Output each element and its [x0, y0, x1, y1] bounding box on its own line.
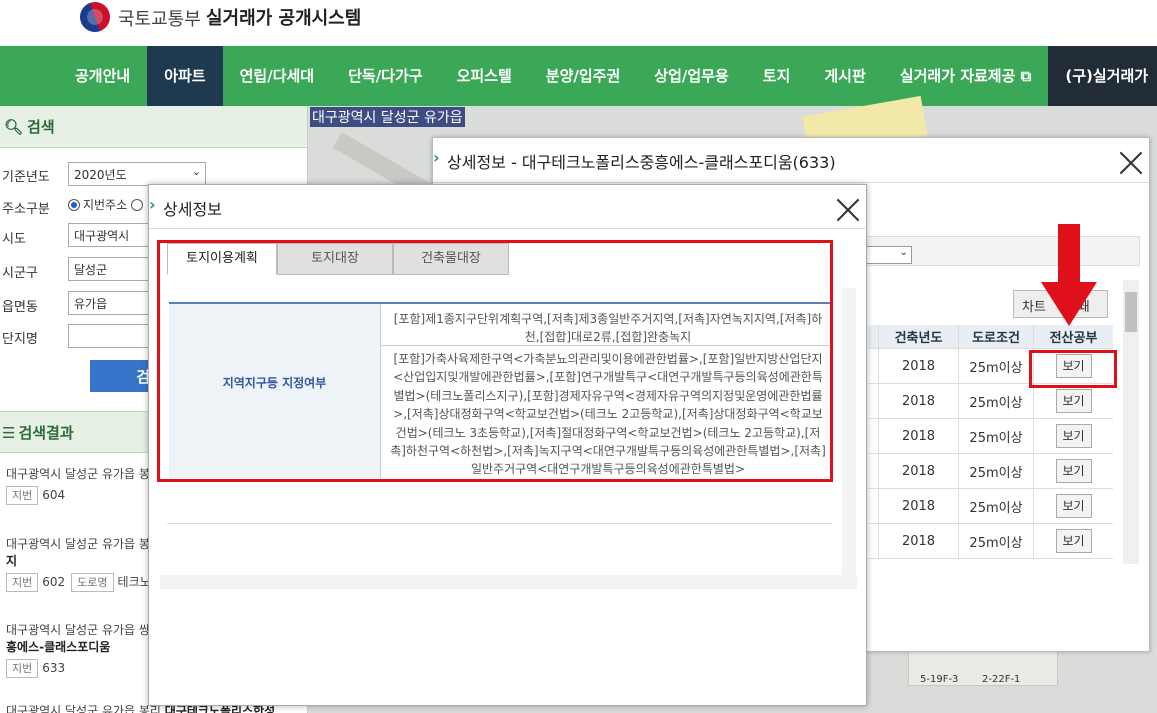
red-arrow-icon	[1058, 224, 1080, 284]
back-dialog-title: 상세정보 - 대구테크노폴리스중흥에스-클래스포디움(633)	[447, 153, 836, 172]
cell-road: 25m이상	[958, 419, 1033, 453]
nav-item-presale[interactable]: 분양/입주권	[529, 46, 637, 106]
nav-item-apartment[interactable]: 아파트	[147, 46, 223, 106]
eup-label: 읍면동	[2, 300, 38, 315]
chevron-down-icon: ⌄	[899, 247, 908, 258]
table-row: 2018 25m이상 보기	[868, 384, 1113, 419]
search-header: 🔍︎ 검색	[0, 106, 307, 148]
addr-type-value: 지번주소	[83, 198, 128, 212]
map-parcel-label: 2-22F-1	[982, 674, 1021, 685]
map-parcel-label: 5-19F-3	[920, 674, 959, 685]
table-row: 2018 25m이상 보기	[868, 454, 1113, 489]
nav-item-board[interactable]: 게시판	[807, 46, 882, 106]
nav-item-old-system[interactable]: (구)실거래가	[1048, 46, 1157, 106]
addr-type-radio[interactable]: 지번주소	[68, 196, 146, 213]
chevron-down-icon: ⌄	[191, 165, 201, 178]
view-button[interactable]: 보기	[1055, 494, 1092, 518]
road-value: 테크노	[117, 575, 151, 589]
highlight-box-view-button	[1029, 350, 1117, 388]
back-table-scrollbar[interactable]	[1123, 280, 1139, 564]
cell-year: 2018	[878, 419, 958, 453]
jibun-value: 633	[42, 661, 66, 675]
search-title: 검색	[27, 118, 55, 136]
cell-year: 2018	[878, 489, 958, 523]
front-dialog-title: 상세정보	[163, 200, 222, 219]
red-arrow-head-icon	[1041, 282, 1097, 326]
cell-year: 2018	[878, 349, 958, 383]
nav-item-land[interactable]: 토지	[746, 46, 808, 106]
sigungu-select[interactable]: 달성군	[68, 257, 158, 281]
front-dialog-title-bar: › 상세정보	[149, 185, 866, 229]
close-icon[interactable]	[835, 197, 861, 223]
addr-type-label: 주소구분	[2, 202, 50, 217]
ministry-name[interactable]: 국토교통부	[118, 5, 201, 31]
view-button[interactable]: 보기	[1055, 529, 1092, 553]
complex-label: 단지명	[2, 332, 38, 347]
road-tag: 도로명	[71, 573, 114, 592]
jibun-tag: 지번	[6, 486, 39, 505]
nav-item-officetel[interactable]: 오피스텔	[440, 46, 529, 106]
main-nav: 공개안내 아파트 연립/다세대 단독/다가구 오피스텔 분양/입주권 상업/업무…	[0, 46, 1157, 106]
jibun-tag: 지번	[6, 573, 39, 592]
year-select[interactable]: 2020년도 ⌄	[68, 162, 206, 186]
col-header-docs: 전산공부	[1033, 325, 1113, 348]
cell-road: 25m이상	[958, 524, 1033, 558]
site-header: 국토교통부 실거래가 공개시스템	[0, 0, 1157, 46]
nav-item-commercial[interactable]: 상업/업무용	[637, 46, 745, 106]
view-button[interactable]: 보기	[1055, 389, 1092, 413]
col-header-year: 건축년도	[878, 325, 958, 348]
highlight-box-land-use	[157, 240, 833, 482]
radio-unselected-icon[interactable]	[131, 199, 143, 211]
system-title[interactable]: 실거래가 공개시스템	[206, 4, 361, 30]
cell-year: 2018	[878, 524, 958, 558]
view-button[interactable]: 보기	[1055, 424, 1092, 448]
divider	[167, 523, 832, 524]
year-label: 기준년도	[2, 170, 50, 185]
nav-item-notice[interactable]: 공개안내	[58, 46, 147, 106]
cell-road: 25m이상	[958, 454, 1033, 488]
map-location-label: 대구광역시 달성군 유가읍	[310, 107, 465, 127]
chevron-right-icon: ›	[149, 195, 156, 214]
close-icon[interactable]	[1118, 150, 1144, 176]
front-horizontal-scrollbar[interactable]	[160, 575, 857, 589]
results-title: 검색결과	[18, 424, 74, 442]
table-row: 2018 25m이상 보기	[868, 489, 1113, 524]
external-link-icon: ⧉	[1020, 67, 1032, 85]
cell-year: 2018	[878, 454, 958, 488]
col-header-road: 도로조건	[958, 325, 1033, 348]
sigungu-label: 시군구	[2, 266, 38, 281]
jibun-value: 602	[42, 575, 66, 589]
view-button[interactable]: 보기	[1055, 459, 1092, 483]
government-logo-icon[interactable]	[75, 0, 115, 37]
sido-select[interactable]: 대구광역시	[68, 223, 158, 247]
cell-year: 2018	[878, 384, 958, 418]
cell-road: 25m이상	[958, 349, 1033, 383]
nav-item-rowhouse[interactable]: 연립/다세대	[223, 46, 331, 106]
nav-item-detached[interactable]: 단독/다가구	[331, 46, 439, 106]
jibun-tag: 지번	[6, 659, 39, 678]
back-filter-select[interactable]: ⌄	[862, 246, 912, 264]
cell-road: 25m이상	[958, 384, 1033, 418]
result-address: 대구광역시 달성군 유가읍 봉리	[6, 704, 161, 713]
search-icon: 🔍︎	[4, 118, 24, 136]
complex-input[interactable]	[68, 324, 158, 348]
jibun-value: 604	[42, 488, 66, 502]
table-row: 2018 25m이상 보기	[868, 419, 1113, 454]
table-row: 2018 25m이상 보기	[868, 524, 1113, 559]
list-icon: ☰	[2, 424, 16, 442]
sido-label: 시도	[2, 232, 26, 247]
nav-item-data-provision[interactable]: 실거래가 자료제공 ⧉	[883, 46, 1049, 106]
scroll-thumb[interactable]	[1125, 292, 1137, 332]
radio-selected-icon	[68, 199, 80, 211]
eup-select[interactable]: 유가읍	[68, 291, 158, 315]
table-header-row: 건축년도 도로조건 전산공부	[868, 325, 1113, 349]
back-dialog-title-bar: › 상세정보 - 대구테크노폴리스중흥에스-클래스포디움(633)	[433, 138, 1149, 183]
nav-item-data-provision-label: 실거래가 자료제공	[899, 67, 1016, 85]
cell-road: 25m이상	[958, 489, 1033, 523]
year-select-value: 2020년도	[74, 168, 127, 182]
chevron-right-icon: ›	[433, 148, 440, 167]
front-vertical-scrollbar[interactable]	[842, 288, 856, 578]
